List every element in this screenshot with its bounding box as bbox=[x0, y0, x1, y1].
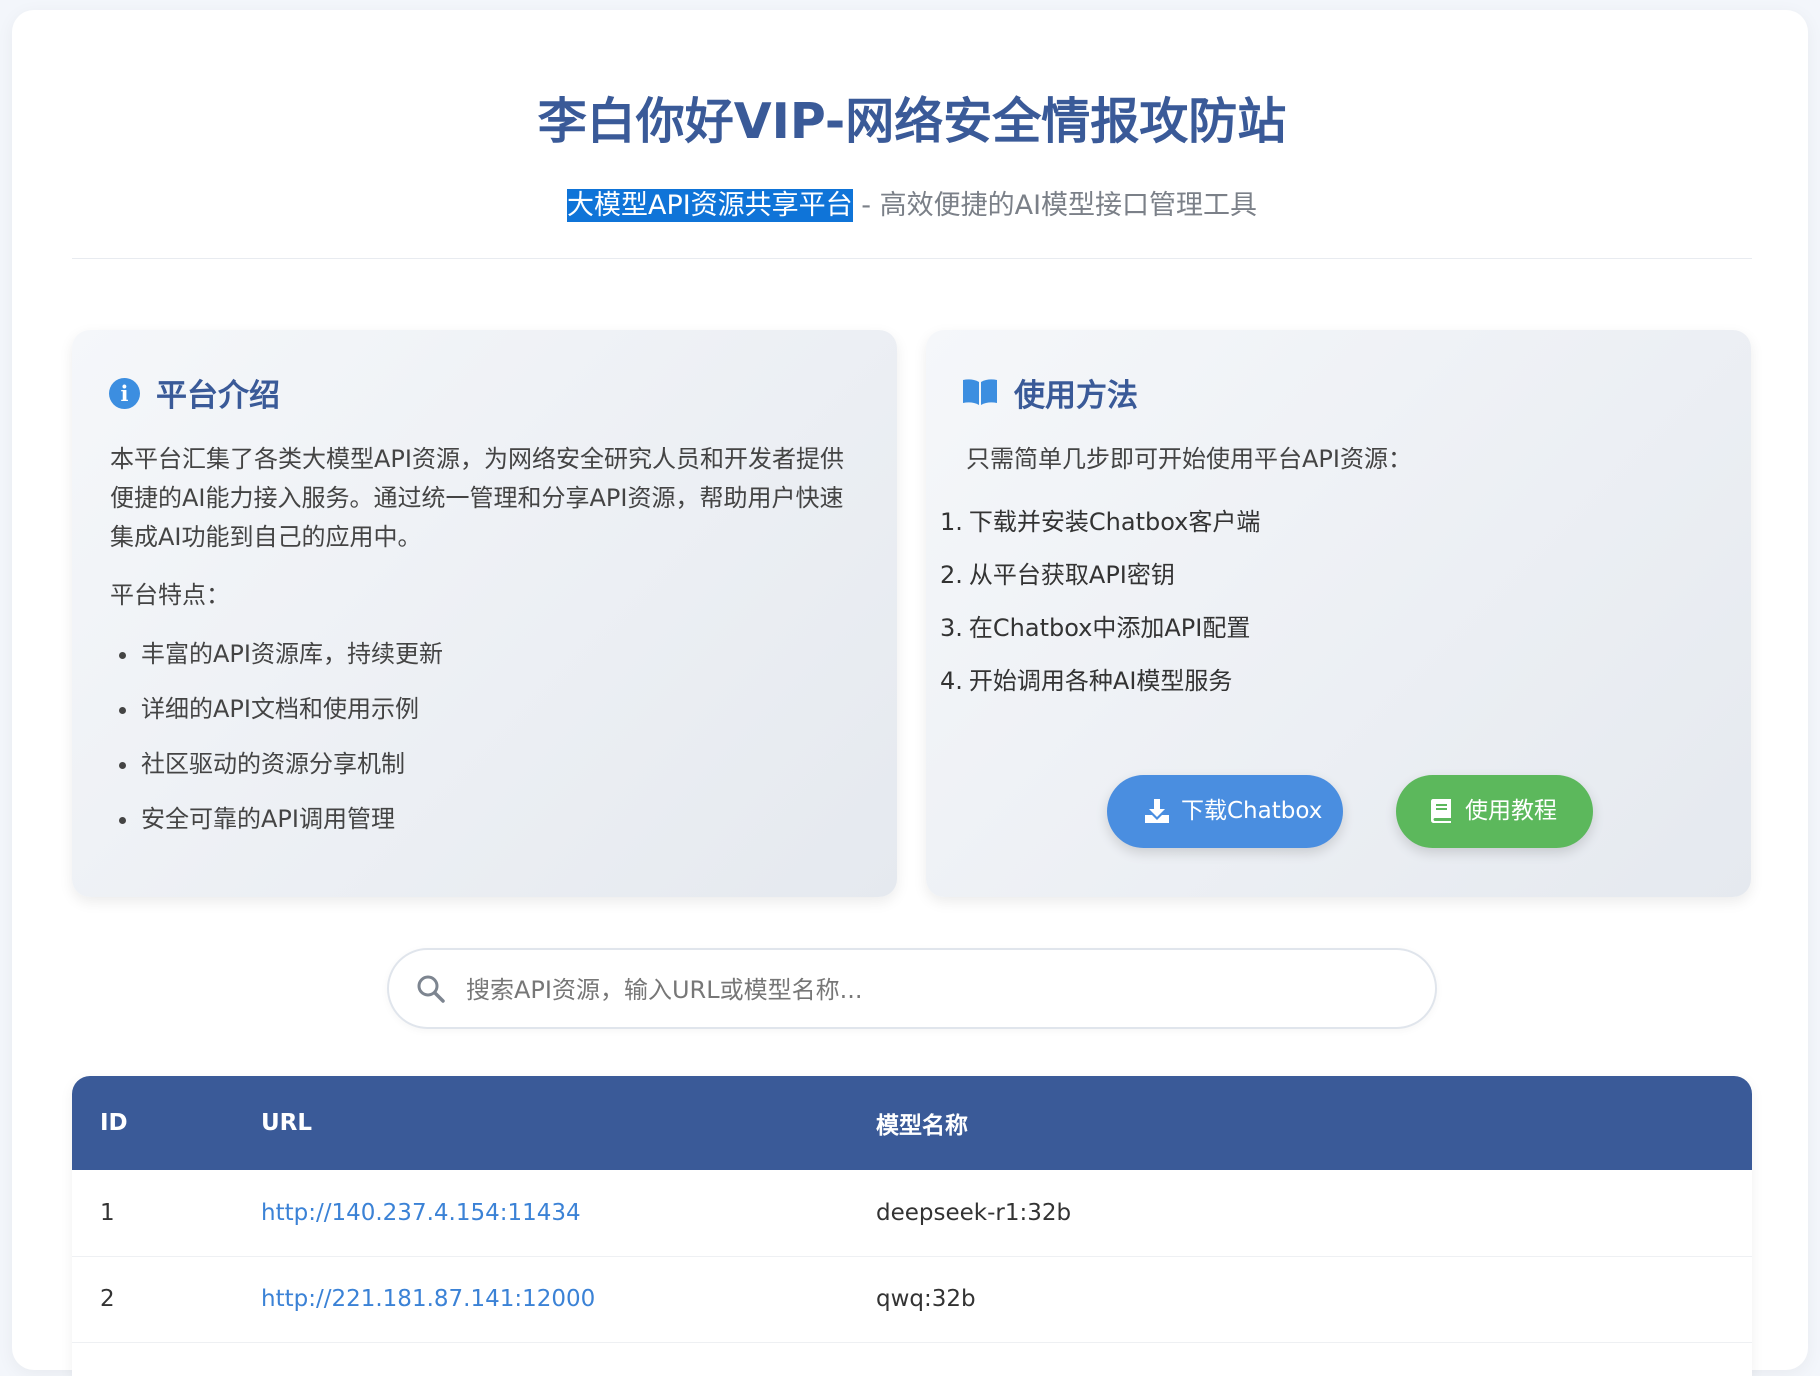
info-circle-icon: i bbox=[109, 378, 140, 409]
cell-id: 2 bbox=[100, 1286, 115, 1312]
usage-title: 使用方法 bbox=[1014, 378, 1138, 414]
feature-item: 安全可靠的API调用管理 bbox=[110, 799, 443, 854]
page-container: 李白你好VIP-网络安全情报攻防站 大模型API资源共享平台 - 高效便捷的AI… bbox=[12, 10, 1808, 1376]
cell-model: qwq:32b bbox=[876, 1286, 976, 1312]
step-item: 2. 从平台获取API密钥 bbox=[940, 555, 1260, 608]
tutorial-button-label: 使用教程 bbox=[1465, 798, 1557, 824]
feature-item: 丰富的API资源库，持续更新 bbox=[110, 634, 443, 689]
subtitle-highlight: 大模型API资源共享平台 bbox=[566, 189, 853, 222]
column-header-id: ID bbox=[100, 1110, 128, 1136]
page-header: 李白你好VIP-网络安全情报攻防站 大模型API资源共享平台 - 高效便捷的AI… bbox=[72, 10, 1752, 259]
table-row: 1 http://140.237.4.154:11434 deepseek-r1… bbox=[72, 1170, 1752, 1256]
table-row: 2 http://221.181.87.141:12000 qwq:32b bbox=[72, 1256, 1752, 1342]
page-subtitle: 大模型API资源共享平台 - 高效便捷的AI模型接口管理工具 bbox=[72, 186, 1752, 226]
usage-intro: 只需简单几步即可开始使用平台API资源： bbox=[966, 445, 1412, 473]
book-icon bbox=[1431, 799, 1451, 823]
step-text: 从平台获取API密钥 bbox=[968, 561, 1175, 589]
book-open-icon bbox=[963, 379, 997, 405]
features-label: 平台特点： bbox=[110, 581, 230, 609]
feature-item: 社区驱动的资源分享机制 bbox=[110, 744, 443, 799]
intro-card: i 平台介绍 本平台汇集了各类大模型API资源，为网络安全研究人员和开发者提供便… bbox=[72, 330, 897, 897]
column-header-model: 模型名称 bbox=[876, 1113, 968, 1139]
step-item: 3. 在Chatbox中添加API配置 bbox=[940, 608, 1260, 661]
cell-url: http://140.237.4.154:11434 bbox=[233, 1170, 848, 1256]
step-number: 1. bbox=[940, 508, 963, 536]
cell-model: deepseek-r1:32b bbox=[876, 1199, 1072, 1226]
steps-list: 1. 下载并安装Chatbox客户端 2. 从平台获取API密钥 3. 在Chatbo… bbox=[940, 502, 1260, 714]
step-text: 开始调用各种AI模型服务 bbox=[968, 667, 1233, 695]
step-item: 1. 下载并安装Chatbox客户端 bbox=[940, 502, 1260, 555]
search-input[interactable] bbox=[464, 960, 1408, 1020]
column-header-url: URL bbox=[261, 1110, 313, 1136]
step-text: 下载并安装Chatbox客户端 bbox=[968, 508, 1261, 536]
usage-card: 使用方法 只需简单几步即可开始使用平台API资源： 1. 下载并安装Chatbox… bbox=[926, 330, 1751, 897]
step-item: 4. 开始调用各种AI模型服务 bbox=[940, 661, 1260, 714]
download-button-label: 下载Chatbox bbox=[1181, 798, 1323, 824]
tutorial-button[interactable]: 使用教程 bbox=[1396, 775, 1593, 848]
subtitle-rest: - 高效便捷的AI模型接口管理工具 bbox=[852, 190, 1258, 221]
cell-id: 1 bbox=[100, 1199, 115, 1226]
download-chatbox-button[interactable]: 下载Chatbox bbox=[1107, 775, 1343, 848]
table-header-row: ID URL 模型名称 bbox=[72, 1076, 1752, 1170]
api-table: ID URL 模型名称 1 http://140.237.4.154:11434… bbox=[72, 1076, 1752, 1376]
intro-title: 平台介绍 bbox=[156, 378, 280, 414]
step-number: 3. bbox=[940, 614, 963, 642]
step-text: 在Chatbox中添加API配置 bbox=[968, 614, 1251, 642]
step-number: 2. bbox=[940, 561, 963, 589]
search-bar bbox=[387, 948, 1437, 1029]
cell-url: http://221.181.87.141:12000 bbox=[233, 1256, 848, 1342]
page-title: 李白你好VIP-网络安全情报攻防站 bbox=[537, 93, 1287, 150]
download-icon bbox=[1145, 799, 1169, 823]
features-list: 丰富的API资源库，持续更新 详细的API文档和使用示例 社区驱动的资源分享机制… bbox=[110, 634, 443, 854]
step-number: 4. bbox=[940, 667, 963, 695]
api-url-link[interactable]: http://140.237.4.154:11434 bbox=[261, 1200, 581, 1226]
search-icon bbox=[417, 975, 445, 1003]
intro-paragraph: 本平台汇集了各类大模型API资源，为网络安全研究人员和开发者提供便捷的AI能力接… bbox=[110, 445, 844, 551]
api-url-link[interactable]: http://221.181.87.141:12000 bbox=[261, 1286, 595, 1312]
feature-item: 详细的API文档和使用示例 bbox=[110, 689, 443, 744]
